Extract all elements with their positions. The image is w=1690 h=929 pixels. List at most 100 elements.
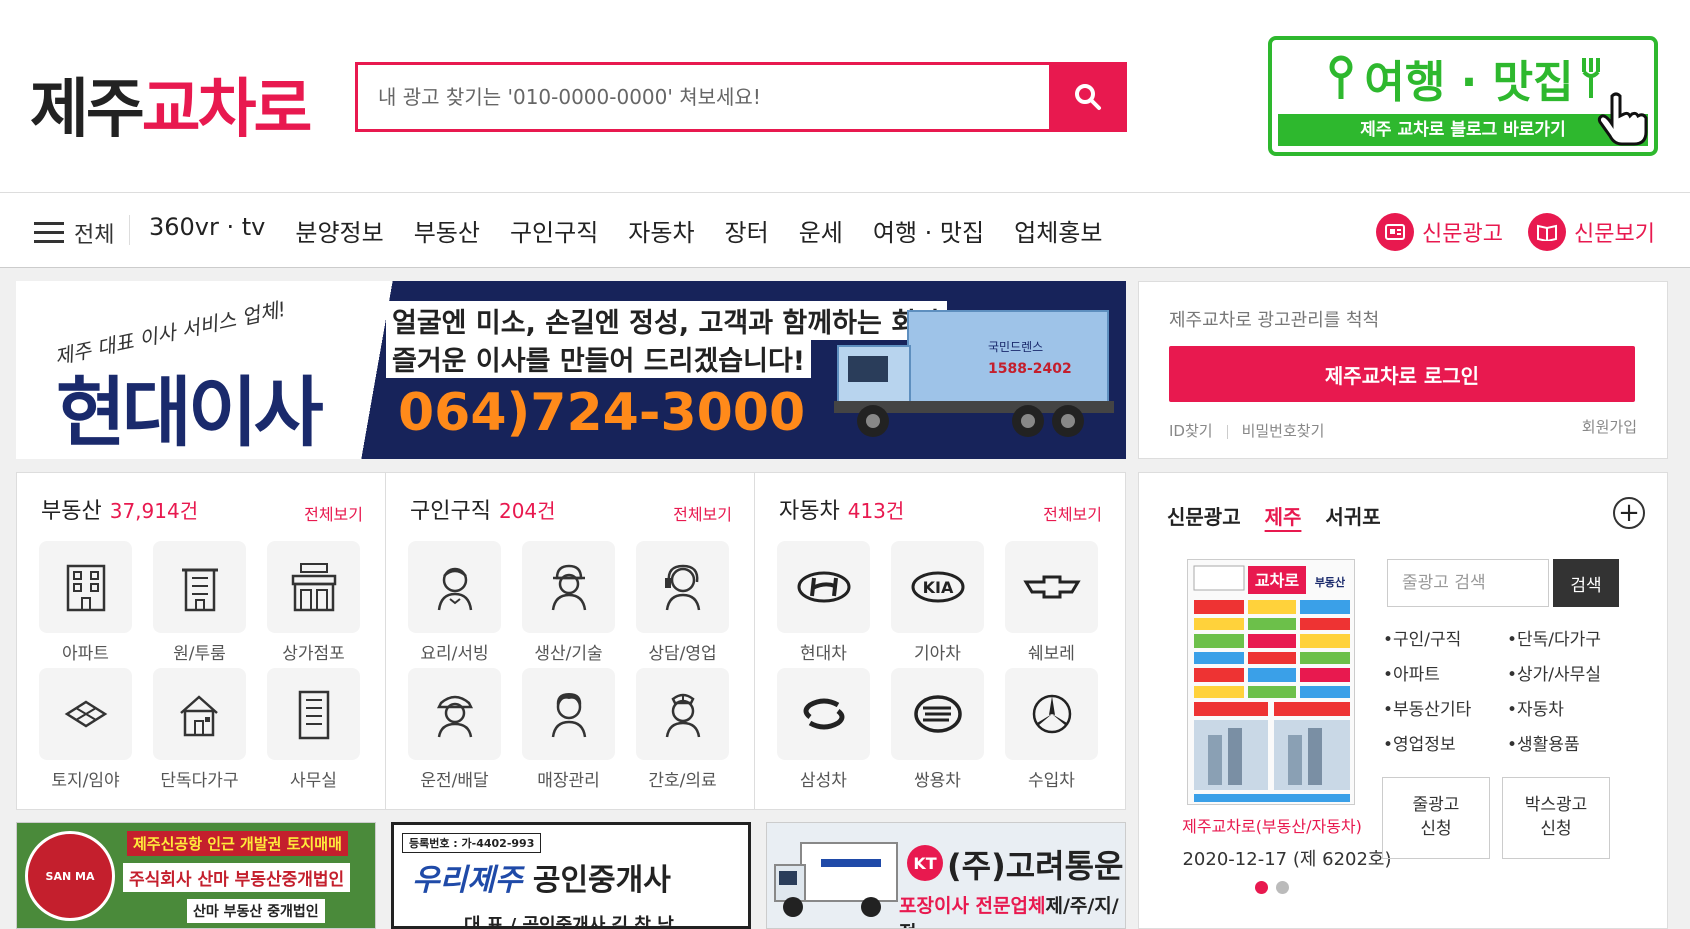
apply-box-text-1: 박스광고 [1524, 795, 1588, 816]
find-id-link[interactable]: ID찾기 [1169, 422, 1213, 440]
classified-category-links: •구인/구직 •단독/다가구 •아파트 •상가/사무실 •부동산기타 •자동차 … [1383, 625, 1631, 755]
box-ad-apply-button[interactable]: 박스광고 신청 [1502, 777, 1610, 859]
view-all-link[interactable]: 전체보기 [673, 501, 732, 525]
nav-item-realestate[interactable]: 부동산 [414, 213, 480, 248]
ad-sanma-realestate[interactable]: SAN MA 제주신공항 인근 개발권 토지매매 주식회사 산마 부동산중개법인… [16, 822, 376, 929]
category-item-label: 삼성차 [800, 771, 847, 791]
newspaper-date: 2020-12-17 (제 6202호) [1182, 849, 1392, 870]
truck-company-text: 국민드렌스 [988, 340, 1043, 354]
category-title: 부동산 [41, 499, 102, 524]
category-item-production[interactable]: 생산/기술 [522, 541, 615, 664]
search-button[interactable] [1049, 62, 1127, 132]
category-item-label: 운전/배달 [420, 771, 489, 791]
travel-blog-banner[interactable]: 여행 · 맛집 제주 교차로 블로그 바로가기 [1268, 36, 1658, 156]
line-ad-apply-button[interactable]: 줄광고 신청 [1382, 777, 1490, 859]
category-item-sales[interactable]: 상담/영업 [636, 541, 729, 664]
banner-line2: 즐거운 이사를 만들어 드리겠습니다! [386, 339, 812, 378]
newspaper-panel: 신문광고 제주 서귀포 + 교차로 부동산 제주교차로(부동산/자동차) 202… [1138, 472, 1668, 929]
category-item-house[interactable]: 단독다가구 [153, 668, 246, 791]
category-item-store-manager[interactable]: 매장관리 [522, 668, 615, 791]
category-item-label: 매장관리 [537, 771, 600, 791]
account-links: ID찾기 비밀번호찾기 [1169, 420, 1324, 441]
site-logo[interactable]: 제주교차로 [30, 58, 312, 150]
benz-icon [1032, 694, 1071, 734]
category-heading: 부동산 37,914건 [41, 493, 198, 525]
news-view-link[interactable]: 신문보기 [1528, 213, 1655, 251]
classified-link-business[interactable]: •영업정보 [1383, 730, 1507, 755]
category-item-delivery[interactable]: 운전/배달 [408, 668, 501, 791]
category-item-label: 쌍용차 [914, 771, 961, 791]
category-item-apartment[interactable]: 아파트 [39, 541, 132, 664]
all-menu-button[interactable]: 전체 [34, 217, 114, 249]
news-ad-label: 신문광고 [1422, 222, 1503, 247]
koryo-tagline: 포장이사 전문업체제/주/지/점 [899, 891, 1125, 928]
nav-item-cars[interactable]: 자동차 [628, 213, 694, 248]
category-item-store[interactable]: 상가점포 [267, 541, 360, 664]
category-item-ssangyong[interactable]: 쌍용차 [891, 668, 984, 791]
category-item-chevrolet[interactable]: 쉐보레 [1005, 541, 1098, 664]
search-input[interactable] [358, 65, 1048, 129]
category-heading: 자동차 413건 [779, 493, 904, 525]
nav-item-jobs[interactable]: 구인구직 [510, 213, 598, 248]
hyundai-icon [797, 571, 850, 603]
category-item-imported[interactable]: 수입차 [1005, 668, 1098, 791]
classified-search-button[interactable]: 검색 [1553, 559, 1619, 607]
nav-item-360vr[interactable]: 360vr · tv [149, 213, 265, 248]
newspaper-thumbnail[interactable]: 교차로 부동산 [1187, 559, 1355, 805]
ad-woori-jeju-realty[interactable]: 등록번호 : 가-4402-993 우리제주 공인중개사 대 표 / 공인중개사… [391, 822, 751, 929]
login-button[interactable]: 제주교차로 로그인 [1169, 346, 1635, 402]
classified-link-apartment[interactable]: •아파트 [1383, 660, 1507, 685]
classified-link-house[interactable]: •단독/다가구 [1507, 625, 1631, 650]
classified-link-cars[interactable]: •자동차 [1507, 695, 1631, 720]
tab-newspaper-ad[interactable]: 신문광고 [1167, 501, 1241, 530]
newspaper-caption[interactable]: 제주교차로(부동산/자동차) [1179, 813, 1365, 837]
carousel-dot-2[interactable] [1276, 881, 1289, 894]
banner-phone: 064)724-3000 [398, 383, 806, 443]
login-guide-text: 제주교차로 광고관리를 척척 [1169, 310, 1380, 331]
ad-koryo-logistics[interactable]: KT (주)고려통운 포장이사 전문업체제/주/지/점 [766, 822, 1126, 929]
category-item-samsung[interactable]: 삼성차 [777, 668, 870, 791]
nav-item-fortune[interactable]: 운세 [799, 213, 843, 248]
category-item-label: 간호/의료 [648, 771, 717, 791]
category-item-label: 기아차 [914, 644, 961, 664]
category-item-land[interactable]: 토지/임야 [39, 668, 132, 791]
building-icon [181, 568, 218, 612]
classified-link-living[interactable]: •생활용품 [1507, 730, 1631, 755]
woori-jeju-name: 우리제주 공인중개사 [412, 855, 671, 899]
category-item-hyundai[interactable]: 현대차 [777, 541, 870, 664]
hamburger-icon [34, 222, 64, 243]
bottom-ad-row: SAN MA 제주신공항 인근 개발권 토지매매 주식회사 산마 부동산중개법인… [16, 822, 1126, 929]
tab-seogwipo[interactable]: 서귀포 [1325, 501, 1380, 530]
category-item-nursing[interactable]: 간호/의료 [636, 668, 729, 791]
category-count: 413건 [847, 499, 905, 523]
classified-search-input[interactable] [1388, 560, 1548, 606]
carousel-dot-1[interactable] [1255, 881, 1268, 894]
news-ad-link[interactable]: 신문광고 [1376, 213, 1503, 251]
link-divider [1226, 424, 1228, 439]
plus-icon[interactable]: + [1613, 497, 1645, 529]
woori-jeju-representative: 대 표 / 공인중개사 김 창 남 [464, 915, 674, 929]
find-password-link[interactable]: 비밀번호찾기 [1242, 422, 1325, 440]
tab-jeju[interactable]: 제주 [1265, 501, 1302, 530]
category-item-label: 생산/기술 [534, 644, 603, 664]
pointer-hand-icon [1597, 92, 1648, 146]
nav-item-travel[interactable]: 여행 · 맛집 [873, 213, 984, 248]
nurse-icon [665, 693, 700, 738]
category-item-kia[interactable]: KIA 기아차 [891, 541, 984, 664]
classified-link-store-office[interactable]: •상가/사무실 [1507, 660, 1631, 685]
join-link[interactable]: 회원가입 [1582, 416, 1637, 437]
view-all-link[interactable]: 전체보기 [1043, 501, 1102, 525]
moving-company-banner[interactable]: 제주 대표 이사 서비스 업체! 현대이사 얼굴엔 미소, 손길엔 정성, 고객… [16, 281, 1126, 459]
classified-link-jobs[interactable]: •구인/구직 [1383, 625, 1507, 650]
nav-item-presale[interactable]: 분양정보 [295, 213, 383, 248]
operator-icon [664, 564, 700, 611]
nav-item-market[interactable]: 장터 [725, 213, 769, 248]
nav-item-business[interactable]: 업체홍보 [1014, 213, 1102, 248]
view-all-link[interactable]: 전체보기 [304, 501, 363, 525]
classified-link-realestate-etc[interactable]: •부동산기타 [1383, 695, 1507, 720]
category-item-office[interactable]: 사무실 [267, 668, 360, 791]
nav-divider [129, 215, 130, 245]
category-item-cooking[interactable]: 요리/서빙 [408, 541, 501, 664]
category-item-oneroom[interactable]: 원/투룸 [153, 541, 246, 664]
chevrolet-icon [1022, 575, 1081, 599]
